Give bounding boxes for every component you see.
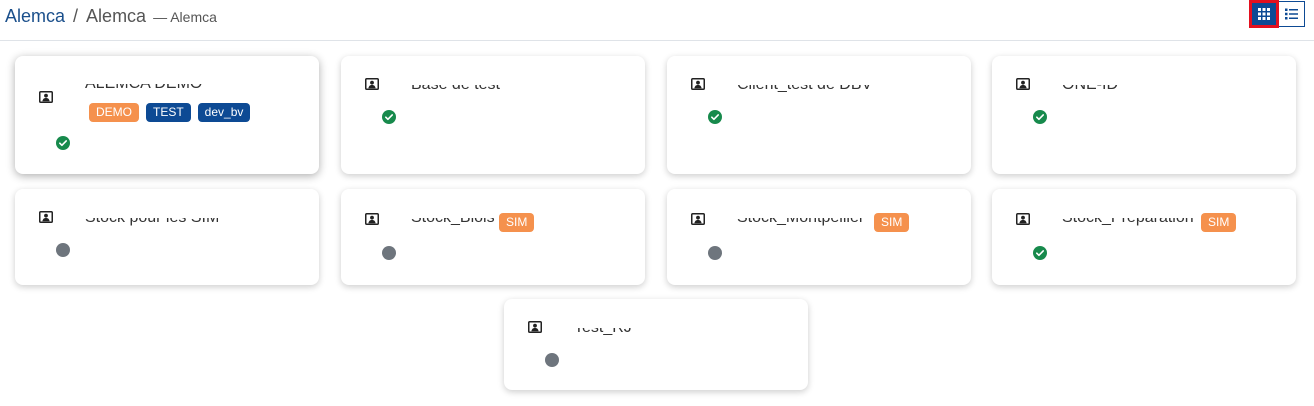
breadcrumb-subtitle: — Alemca [153, 9, 217, 25]
card-title: Client_test de DBV [737, 85, 872, 96]
company-card[interactable]: Stock_Montpellier SIM [667, 189, 971, 285]
user-card-icon [691, 213, 705, 225]
tag-badge: SIM [1201, 213, 1237, 232]
list-icon [1285, 8, 1298, 20]
view-toggle [1249, 0, 1305, 28]
card-title: Stock_Montpellier [737, 218, 864, 229]
user-card-icon [365, 78, 379, 90]
card-badges: SIM [499, 213, 535, 232]
card-badges: SIM [874, 213, 910, 232]
status-ok-icon [382, 110, 396, 124]
card-title: Stock_Preparation [1062, 218, 1194, 229]
status-offline-icon [382, 246, 396, 260]
status-offline-icon [545, 353, 559, 367]
status-ok-icon [1033, 110, 1047, 124]
company-card[interactable]: ONE-ID [992, 56, 1296, 174]
status-ok-icon [56, 136, 70, 150]
tag-badge: dev_bv [197, 103, 251, 122]
status-ok-icon [1033, 246, 1047, 260]
breadcrumb-current: Alemca [86, 6, 147, 26]
card-badges: SIM [1201, 213, 1237, 232]
top-bar: Alemca / Alemca — Alemca [0, 0, 1314, 41]
breadcrumb-root-link[interactable]: Alemca [5, 6, 65, 26]
status-ok-icon [708, 110, 722, 124]
company-card[interactable]: Stock_Blois SIM [341, 189, 645, 285]
user-card-icon [691, 78, 705, 90]
status-offline-icon [56, 243, 70, 257]
company-card[interactable]: Test_RJ [504, 299, 808, 390]
breadcrumb-separator: / [73, 6, 79, 26]
card-title: ALEMCA DEMO [85, 84, 202, 95]
breadcrumb: Alemca / Alemca — Alemca [5, 5, 217, 28]
company-card[interactable]: ALEMCA DEMO DEMO TEST dev_bv [15, 56, 319, 174]
user-card-icon [365, 213, 379, 225]
list-view-button[interactable] [1279, 1, 1305, 27]
user-card-icon [39, 211, 53, 223]
tag-badge: SIM [874, 213, 910, 232]
card-title: ONE-ID [1062, 85, 1118, 96]
card-title: Stock_Blois [411, 218, 495, 229]
card-badges: DEMO TEST dev_bv [89, 103, 251, 122]
company-card[interactable]: Client_test de DBV [667, 56, 971, 174]
tag-badge: TEST [146, 103, 191, 122]
grid-icon [1258, 8, 1270, 20]
user-card-icon [39, 91, 53, 103]
user-card-icon [1016, 78, 1030, 90]
user-card-icon [1016, 213, 1030, 225]
tag-badge: SIM [499, 213, 535, 232]
user-card-icon [528, 321, 542, 333]
card-title: Stock pour les SIM [85, 218, 219, 229]
status-offline-icon [708, 246, 722, 260]
card-title: Test_RJ [574, 328, 632, 339]
card-title: Base de test [411, 85, 500, 96]
company-card[interactable]: Base de test [341, 56, 645, 174]
company-card[interactable]: Stock_Preparation SIM [992, 189, 1296, 285]
tag-badge: DEMO [89, 103, 139, 122]
grid-view-button[interactable] [1249, 0, 1279, 28]
company-card[interactable]: Stock pour les SIM [15, 189, 319, 285]
